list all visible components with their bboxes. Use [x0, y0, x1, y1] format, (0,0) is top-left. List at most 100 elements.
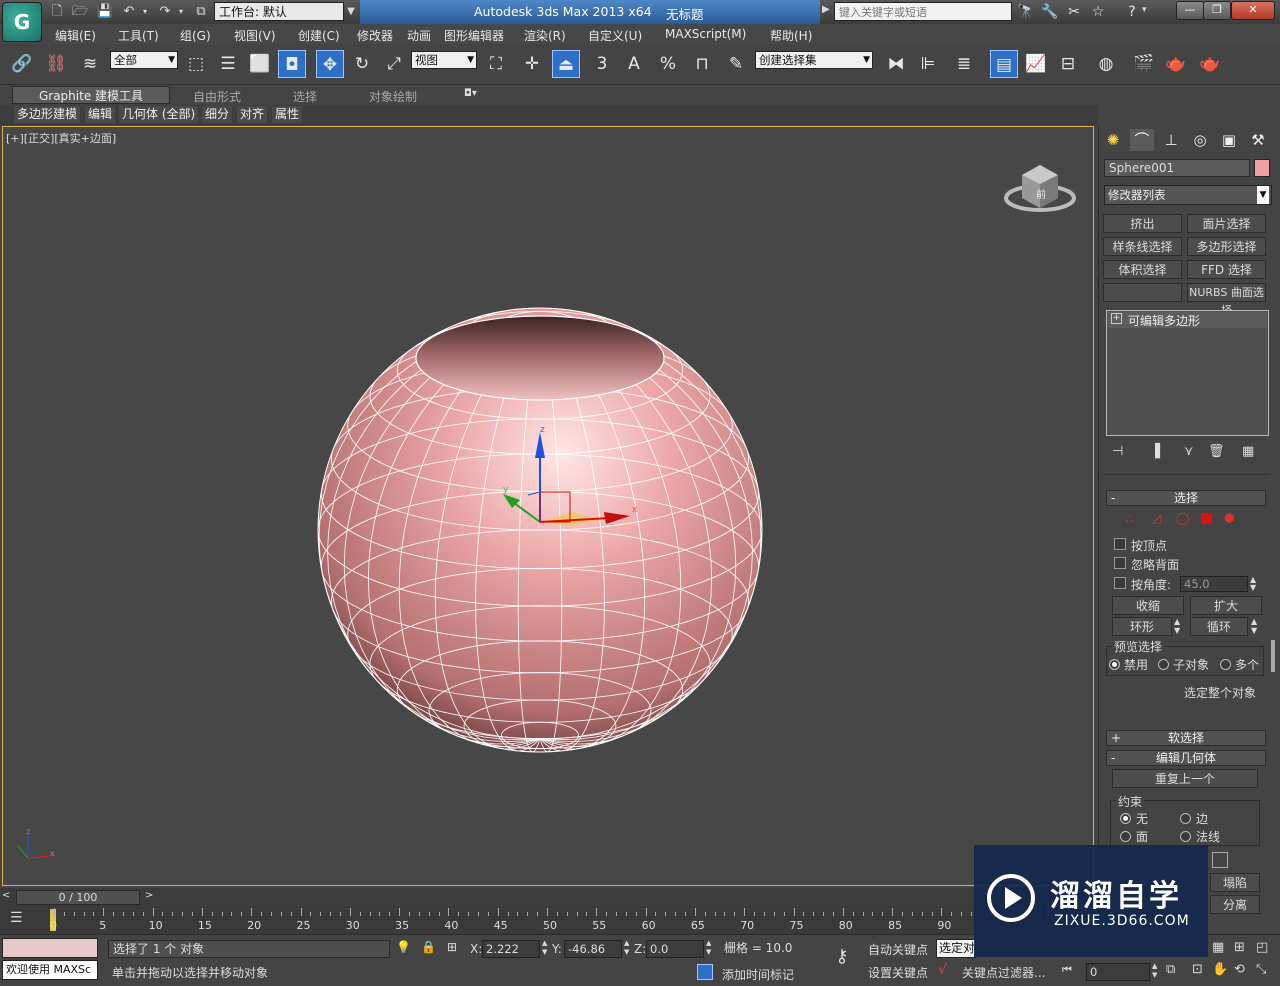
z-coord-spinner[interactable]: ▲ ▼: [706, 939, 711, 957]
by-vertex-checkbox[interactable]: [1114, 538, 1126, 553]
ring-spinner-arrows[interactable]: ▲ ▼: [1174, 617, 1180, 635]
panel-scrollbar[interactable]: [1271, 640, 1275, 672]
add-time-tag-label[interactable]: 添加时间标记: [722, 966, 794, 983]
y-coord-spinner[interactable]: ▲ ▼: [624, 939, 629, 957]
app-menu-button[interactable]: G: [2, 2, 42, 42]
preview-subobject-radio[interactable]: [1158, 659, 1169, 673]
make-unique-icon[interactable]: ⋎: [1184, 444, 1194, 459]
polygon-mode-icon[interactable]: [1201, 513, 1212, 524]
empty-modifier-button[interactable]: [1103, 283, 1182, 302]
orbit-icon[interactable]: ⟲: [1234, 962, 1245, 977]
motion-tab-icon[interactable]: ◎: [1188, 129, 1212, 151]
z-coord-field[interactable]: 0.0: [646, 940, 704, 958]
go-to-start-icon[interactable]: ⏮: [1062, 963, 1072, 977]
maximize-viewport-icon[interactable]: ⤡: [1256, 962, 1266, 977]
auto-key-button[interactable]: 自动关键点: [868, 941, 928, 958]
viewcube[interactable]: 前: [1004, 165, 1076, 212]
timeline-tick: [655, 912, 657, 916]
zoom-extents-all-icon[interactable]: ⊞: [1234, 940, 1245, 955]
zoom-all-icon[interactable]: ▦: [1212, 940, 1224, 955]
constraint-face-radio[interactable]: [1120, 831, 1131, 845]
rollout-selection-header[interactable]: - 选择: [1106, 490, 1266, 506]
utilities-tab-icon[interactable]: ⚒: [1246, 129, 1270, 151]
nurbs-surface-select-button[interactable]: NURBS 曲面选择: [1187, 283, 1266, 317]
timeline-tick: [251, 908, 253, 916]
timeline-tick: [310, 912, 312, 916]
configure-modifier-sets-icon[interactable]: ▦: [1242, 444, 1254, 459]
rollout-soft-selection-header[interactable]: + 软选择: [1106, 730, 1266, 746]
timeline-tick: [231, 912, 233, 916]
object-color-swatch[interactable]: [1254, 159, 1270, 177]
ignore-backface-checkbox[interactable]: [1114, 557, 1126, 572]
volume-select-button[interactable]: 体积选择: [1103, 260, 1182, 279]
angle-spinner-arrows[interactable]: ▲ ▼: [1250, 576, 1256, 592]
collapse-button[interactable]: 塌陷: [1210, 873, 1260, 892]
loop-button[interactable]: 循环: [1190, 617, 1248, 636]
show-end-result-icon[interactable]: ▐: [1150, 444, 1160, 459]
patch-select-button[interactable]: 面片选择: [1187, 214, 1266, 233]
maxscript-mini-listener[interactable]: 欢迎使用 MAXSc: [2, 960, 98, 980]
ring-button[interactable]: 环形: [1112, 617, 1172, 636]
edge-mode-icon[interactable]: ◿: [1152, 511, 1161, 525]
constraint-none-radio[interactable]: [1120, 813, 1131, 827]
absolute-mode-icon[interactable]: ⊞: [447, 940, 457, 954]
detach-button[interactable]: 分离: [1210, 895, 1260, 914]
frame-spinner[interactable]: ▲ ▼: [1152, 962, 1157, 980]
remove-modifier-icon[interactable]: 🗑: [1208, 444, 1225, 459]
shrink-button[interactable]: 收缩: [1112, 596, 1184, 615]
maxscript-listener-color[interactable]: [2, 938, 98, 958]
key-filters-button[interactable]: 关键点过滤器...: [962, 964, 1045, 981]
preview-off-radio[interactable]: [1109, 659, 1120, 673]
time-tag-icon[interactable]: [697, 964, 713, 980]
spline-select-button[interactable]: 样条线选择: [1103, 237, 1182, 256]
grow-button[interactable]: 扩大: [1190, 596, 1262, 615]
rollout-edit-geometry-header[interactable]: - 编辑几何体: [1106, 750, 1266, 766]
time-slider-thumb[interactable]: 0 / 100: [16, 890, 140, 905]
pin-stack-icon[interactable]: ⊣: [1112, 444, 1123, 459]
current-frame-field[interactable]: 0: [1086, 963, 1150, 981]
svg-text:z: z: [26, 827, 30, 836]
isolate-selection-icon[interactable]: 💡: [396, 940, 411, 954]
settings-box-icon[interactable]: [1212, 852, 1228, 868]
hierarchy-tab-icon[interactable]: ⊥: [1159, 129, 1183, 151]
set-key-icon[interactable]: ⚷: [826, 946, 858, 972]
extrude-modifier-button[interactable]: 挤出: [1103, 214, 1182, 233]
loop-spinner-arrows[interactable]: ▲ ▼: [1251, 617, 1257, 635]
x-coord-spinner[interactable]: ▲ ▼: [542, 939, 547, 957]
expand-icon[interactable]: +: [1111, 313, 1122, 324]
time-config-icon[interactable]: ⧉: [1166, 962, 1175, 977]
modifier-list-dropdown[interactable]: 修改器列表 ▼: [1104, 185, 1272, 205]
object-name-field[interactable]: Sphere001: [1104, 159, 1250, 177]
element-mode-icon[interactable]: ⬢: [1224, 511, 1234, 525]
angle-spinner[interactable]: 45.0: [1180, 576, 1248, 592]
set-key-button[interactable]: 设置关键点: [868, 964, 928, 981]
timeline-tick: [103, 908, 105, 916]
selection-lock-icon[interactable]: 🔒: [421, 940, 436, 954]
time-slider-next-icon[interactable]: >: [145, 890, 153, 901]
timeline-tick-label: 5: [99, 919, 107, 932]
repeat-last-button[interactable]: 重复上一个: [1112, 769, 1258, 788]
border-mode-icon[interactable]: ◯: [1176, 511, 1189, 525]
timeline-tick-label: 50: [543, 919, 557, 932]
zoom-extents-icon[interactable]: ⊡: [1192, 962, 1203, 977]
poly-select-button[interactable]: 多边形选择: [1187, 237, 1266, 256]
modify-tab-icon[interactable]: ⌒: [1130, 129, 1154, 151]
preview-multi-radio[interactable]: [1220, 659, 1231, 673]
ffd-select-button[interactable]: FFD 选择: [1187, 260, 1266, 279]
vertex-mode-icon[interactable]: ∴: [1126, 512, 1134, 526]
constraint-normal-radio[interactable]: [1180, 831, 1191, 845]
display-tab-icon[interactable]: ▣: [1217, 129, 1241, 151]
constraint-edge-radio[interactable]: [1180, 813, 1191, 827]
y-coord-field[interactable]: -46.86: [564, 940, 622, 958]
field-of-view-icon[interactable]: ◰: [1256, 940, 1268, 955]
timeline-tick: [911, 912, 913, 916]
pan-view-icon[interactable]: ✋: [1212, 962, 1228, 977]
time-slider-prev-icon[interactable]: <: [2, 890, 10, 901]
create-tab-icon[interactable]: ✺: [1101, 129, 1125, 151]
stack-item-editable-poly[interactable]: + 可编辑多边形: [1108, 312, 1267, 328]
key-filter-selection-dropdown[interactable]: 选定对: [936, 939, 976, 958]
x-coord-field[interactable]: 2.222: [482, 940, 540, 958]
by-angle-checkbox[interactable]: [1114, 577, 1126, 592]
timeline-tick: [576, 912, 578, 916]
sphere-object[interactable]: [317, 307, 763, 753]
